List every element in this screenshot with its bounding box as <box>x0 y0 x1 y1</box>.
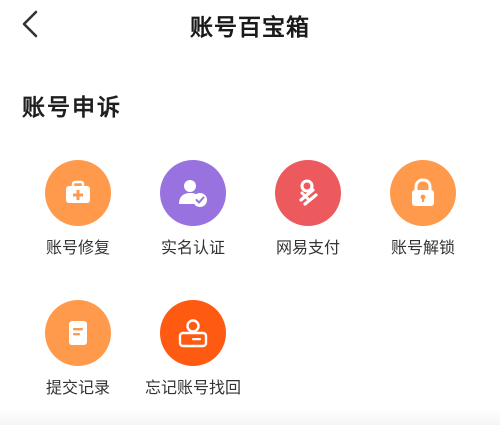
tool-submission-records[interactable]: 提交记录 <box>18 290 138 410</box>
tool-label: 账号解锁 <box>390 238 455 257</box>
header: 账号百宝箱 <box>0 0 500 50</box>
medical-kit-icon <box>66 180 90 203</box>
section-title: 账号申诉 <box>22 95 122 121</box>
tool-account-repair[interactable]: 账号修复 <box>18 150 138 270</box>
account-repair-icon-circle <box>45 160 111 226</box>
tool-account-unlock[interactable]: 账号解锁 <box>363 150 483 270</box>
tool-real-name-verification[interactable]: 实名认证 <box>133 150 253 270</box>
forgot-account-icon-circle <box>160 300 226 366</box>
page-title: 账号百宝箱 <box>190 15 310 41</box>
id-card-icon <box>178 319 208 348</box>
tool-forgot-account-recovery[interactable]: 忘记账号找回 <box>133 290 253 410</box>
user-verified-icon <box>179 180 207 207</box>
tool-label: 忘记账号找回 <box>144 378 241 397</box>
tool-label: 提交记录 <box>45 378 110 397</box>
netease-pay-icon-circle <box>275 160 341 226</box>
tool-label: 网易支付 <box>275 238 340 257</box>
account-toolbox-screen: 账号百宝箱 账号申诉 账号修复 实名认证 网易支付 账号解锁 提交记录 忘记账号… <box>0 0 500 425</box>
bottom-divider <box>0 409 500 425</box>
unlock-icon <box>412 178 434 206</box>
tool-label: 实名认证 <box>160 238 225 257</box>
submission-records-icon-circle <box>45 300 111 366</box>
tool-label: 账号修复 <box>45 238 110 257</box>
account-unlock-icon-circle <box>390 160 456 226</box>
tool-netease-pay[interactable]: 网易支付 <box>248 150 368 270</box>
netease-pay-icon <box>299 179 318 206</box>
document-icon <box>69 321 87 345</box>
real-name-icon-circle <box>160 160 226 226</box>
